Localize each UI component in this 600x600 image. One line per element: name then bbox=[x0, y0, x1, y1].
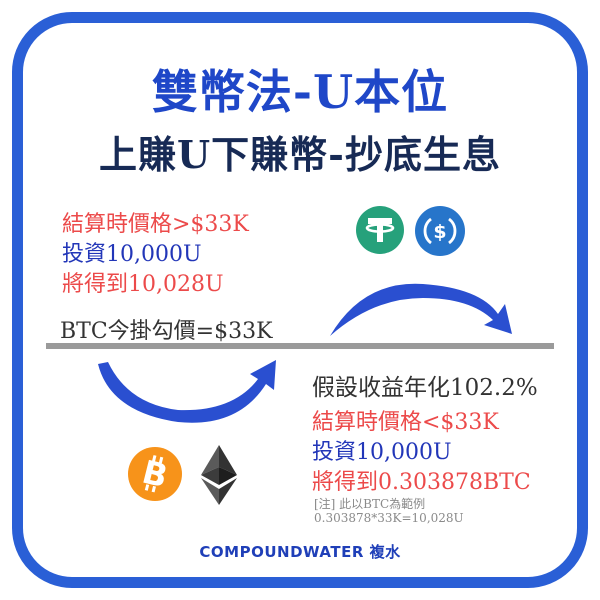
lower-condition: 結算時價格<$33K bbox=[312, 410, 499, 435]
page-title: 雙幣法-U本位 bbox=[151, 65, 449, 119]
lower-arrow bbox=[98, 360, 276, 423]
note-line-2: 0.303878*33K=10,028U bbox=[314, 511, 464, 525]
apy-label: 假設收益年化102.2% bbox=[312, 375, 538, 401]
brand-footer: COMPOUNDWATER 複水 bbox=[199, 543, 401, 561]
note-line-1: [注] 此以BTC為範例 bbox=[314, 497, 426, 511]
ethereum-icon bbox=[199, 443, 239, 507]
page-subtitle: 上賺U下賺幣-抄底生息 bbox=[99, 132, 501, 177]
upper-condition: 結算時價格>$33K bbox=[62, 212, 249, 237]
upper-invest: 投資10,000U bbox=[62, 242, 202, 267]
strike-price-label: BTC今掛勾價=$33K bbox=[60, 319, 273, 344]
lower-invest: 投資10,000U bbox=[312, 440, 452, 465]
bitcoin-icon: B bbox=[128, 447, 182, 501]
usdc-icon: $ bbox=[415, 206, 465, 256]
svg-text:$: $ bbox=[433, 221, 446, 243]
lower-result: 將得到0.303878BTC bbox=[312, 470, 531, 495]
upper-arrow bbox=[330, 283, 512, 336]
tether-icon bbox=[356, 206, 404, 254]
price-divider bbox=[46, 343, 554, 349]
upper-result: 將得到10,028U bbox=[62, 272, 224, 297]
